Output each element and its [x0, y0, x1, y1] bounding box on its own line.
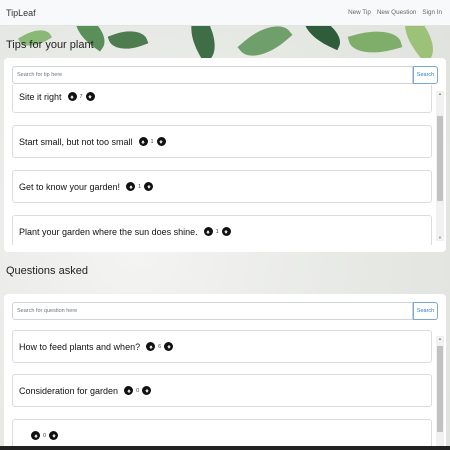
- questions-search-input[interactable]: [12, 302, 413, 320]
- arrow-up-icon[interactable]: [124, 386, 134, 395]
- question-card[interactable]: Consideration for garden 0: [12, 374, 432, 407]
- tips-search-button[interactable]: Search: [413, 66, 438, 84]
- vote-count: 1: [150, 138, 154, 145]
- navbar: TipLeaf New Tip New Question Sign In: [0, 0, 450, 26]
- tip-title[interactable]: Plant your garden where the sun does shi…: [19, 227, 198, 237]
- questions-section-title: Questions asked: [6, 265, 88, 277]
- scroll-thumb[interactable]: [437, 116, 443, 201]
- vote-count: 0: [43, 432, 47, 439]
- arrow-down-icon[interactable]: [164, 342, 174, 351]
- tips-section-title: Tips for your plant: [6, 39, 94, 51]
- arrow-down-icon[interactable]: [49, 431, 59, 440]
- questions-search-button[interactable]: Search: [413, 302, 438, 320]
- vote-count: 1: [138, 183, 142, 190]
- scroll-up-icon[interactable]: ▲: [437, 336, 443, 342]
- arrow-down-icon[interactable]: [221, 227, 231, 236]
- tip-title[interactable]: Get to know your garden!: [19, 182, 120, 192]
- tip-card[interactable]: Plant your garden where the sun does shi…: [12, 215, 432, 245]
- scroll-up-icon[interactable]: ▲: [437, 91, 443, 97]
- arrow-up-icon[interactable]: [146, 342, 156, 351]
- tips-scrollbar[interactable]: ▲ ▼: [436, 91, 444, 241]
- brand-logo[interactable]: TipLeaf: [6, 8, 36, 18]
- tip-title[interactable]: Site it right: [19, 92, 62, 102]
- questions-list[interactable]: How to feed plants and when? 6 Considera…: [12, 330, 432, 446]
- arrow-up-icon[interactable]: [67, 92, 77, 101]
- arrow-down-icon[interactable]: [156, 137, 166, 146]
- vote-count: 7: [79, 93, 83, 100]
- questions-panel: Search How to feed plants and when? 6 Co…: [4, 294, 446, 446]
- tip-card[interactable]: Get to know your garden! 1: [12, 170, 432, 203]
- arrow-up-icon[interactable]: [31, 431, 40, 440]
- question-card[interactable]: How to feed plants and when? 6: [12, 330, 432, 363]
- tip-title[interactable]: Start small, but not too small: [19, 137, 133, 147]
- tips-search-input[interactable]: [12, 66, 413, 84]
- tip-card[interactable]: Site it right 7: [12, 85, 432, 113]
- vote-count: 6: [158, 343, 162, 350]
- arrow-up-icon[interactable]: [138, 137, 148, 146]
- questions-search-bar: Search: [12, 302, 438, 320]
- nav-sign-in[interactable]: Sign In: [422, 9, 442, 16]
- scroll-down-icon[interactable]: ▼: [437, 235, 443, 241]
- question-title[interactable]: How to feed plants and when?: [19, 342, 140, 352]
- arrow-up-icon[interactable]: [203, 227, 213, 236]
- nav-links: New Tip New Question Sign In: [348, 9, 442, 16]
- arrow-down-icon[interactable]: [142, 386, 152, 395]
- tips-search-bar: Search: [12, 66, 438, 84]
- vote-count: 0: [136, 387, 140, 394]
- tips-panel: Search Site it right 7 Start small, but …: [4, 58, 446, 252]
- nav-new-question[interactable]: New Question: [377, 9, 417, 16]
- arrow-down-icon[interactable]: [144, 182, 154, 191]
- tips-list[interactable]: Site it right 7 Start small, but not too…: [12, 85, 432, 245]
- question-card[interactable]: 0: [12, 419, 432, 446]
- scroll-thumb[interactable]: [437, 346, 443, 432]
- question-title[interactable]: Consideration for garden: [19, 386, 118, 396]
- tip-card[interactable]: Start small, but not too small 1: [12, 125, 432, 158]
- bottom-edge: [0, 446, 450, 450]
- vote-count: 1: [215, 228, 219, 235]
- questions-scrollbar[interactable]: ▲: [436, 336, 444, 446]
- nav-new-tip[interactable]: New Tip: [348, 9, 371, 16]
- arrow-up-icon[interactable]: [126, 182, 136, 191]
- arrow-down-icon[interactable]: [85, 92, 95, 101]
